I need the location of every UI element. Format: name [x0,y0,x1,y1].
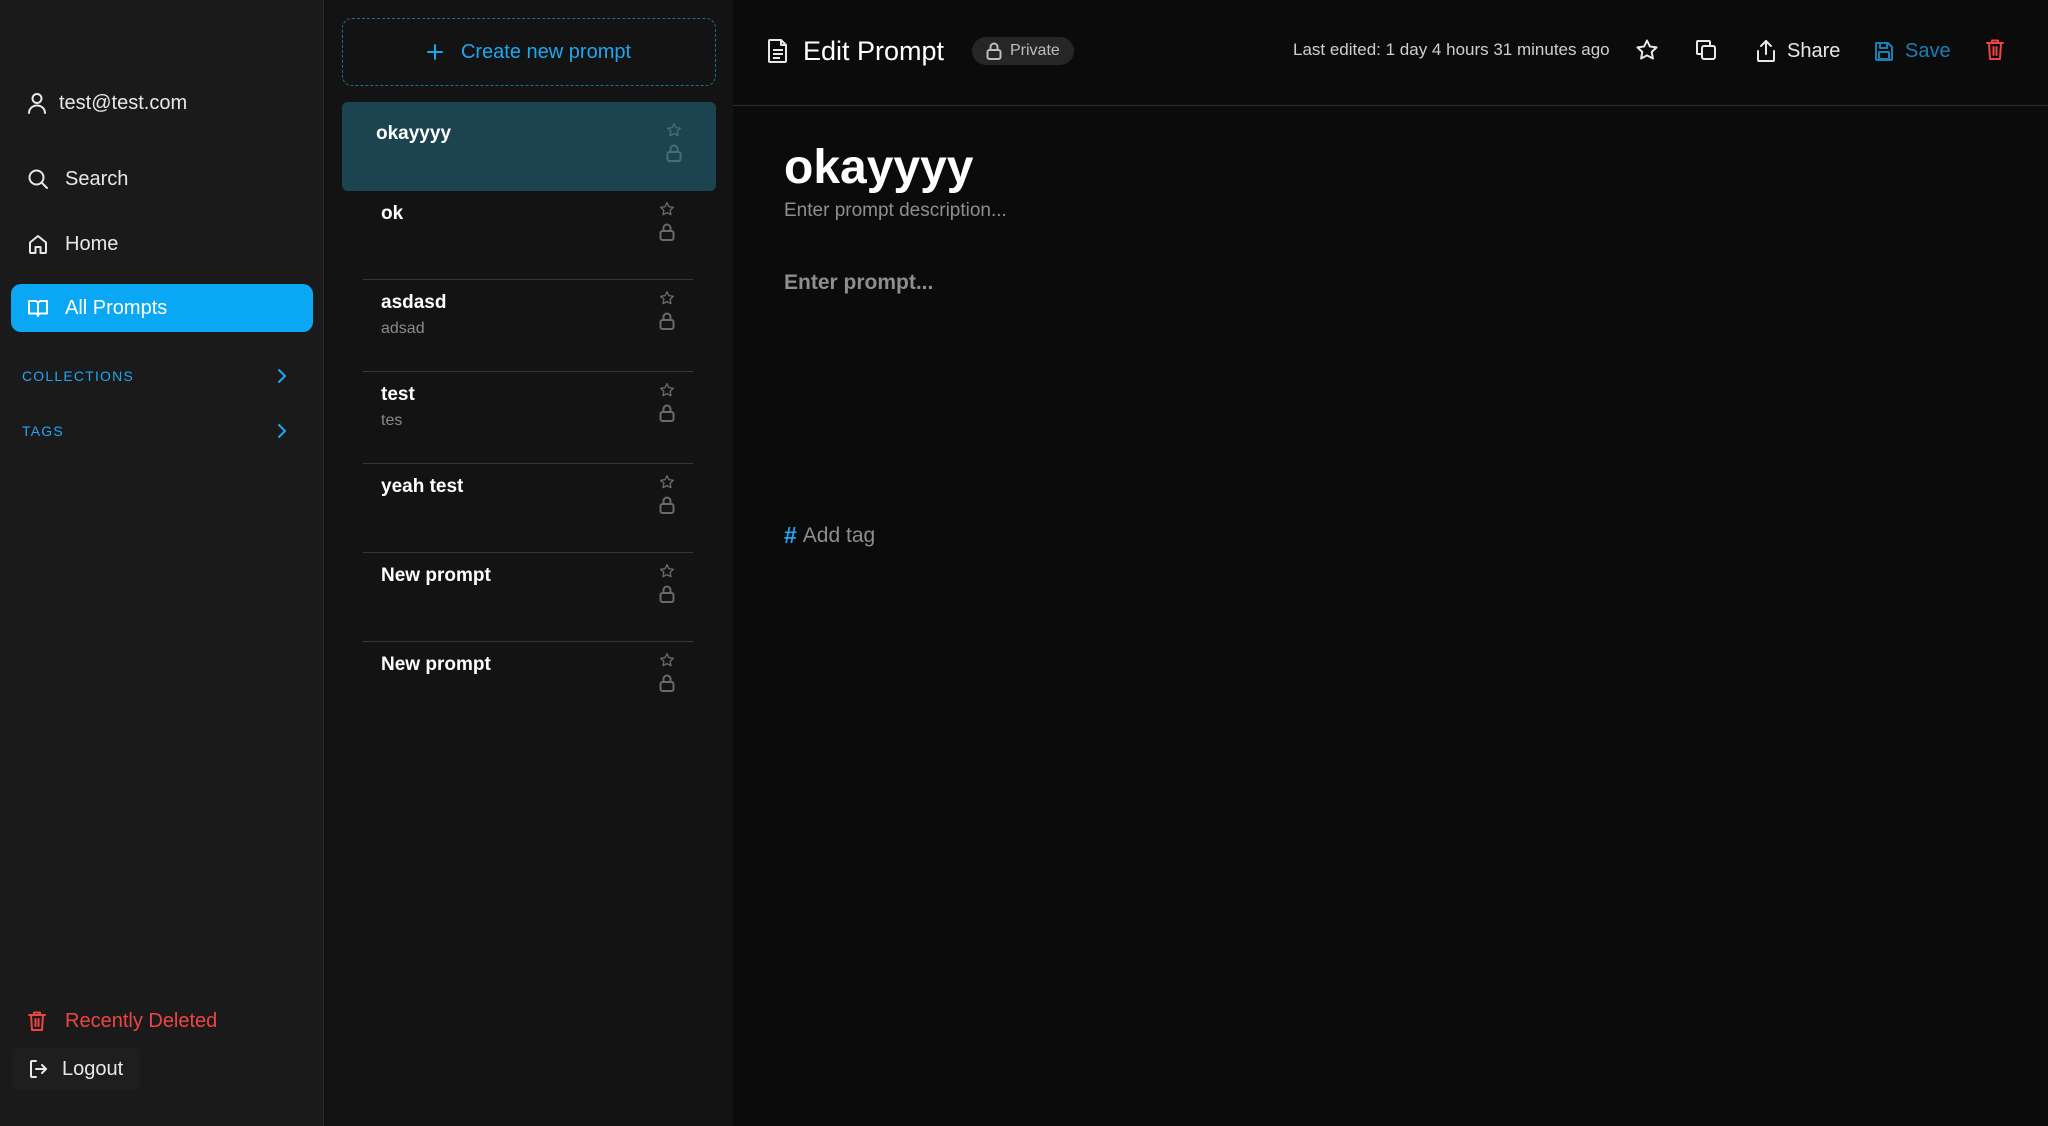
hashtag-icon: # [784,522,797,548]
home-icon [27,233,49,255]
chevron-right-icon [276,423,288,439]
sidebar-item-home[interactable]: Home [11,220,313,268]
sidebar-item-label: Search [65,167,129,190]
prompt-list-panel: Create new prompt okayyyy ok asdasd adsa… [325,0,733,1126]
lock-icon [659,312,675,330]
page-title: Edit Prompt [767,34,944,68]
prompt-list-item[interactable]: yeah test [363,464,693,553]
create-prompt-label: Create new prompt [460,40,632,63]
user-icon [27,92,47,114]
prompt-item-description: adsad [381,320,425,337]
lock-icon [666,144,682,162]
lock-icon [659,585,675,603]
prompt-item-title: New prompt [381,565,491,586]
sidebar-item-label: All Prompts [65,296,168,319]
sidebar: test@test.com Search Home All Prompts CO… [0,0,324,1126]
prompt-item-title: New prompt [381,654,491,675]
logout-icon [28,1058,50,1080]
prompt-item-description: tes [381,412,403,429]
search-icon [27,168,49,190]
lock-icon [986,42,1002,60]
plus-icon [426,44,443,60]
star-icon[interactable] [659,290,675,306]
lock-icon [659,674,675,692]
prompt-item-title: asdasd [381,292,447,313]
book-open-icon [27,297,49,319]
user-email: test@test.com [59,91,188,114]
delete-trash-icon[interactable] [1985,38,2005,62]
trash-icon [27,1010,47,1032]
recently-deleted-label: Recently Deleted [65,1009,218,1032]
prompt-list-item[interactable]: New prompt [363,642,693,731]
prompt-list-item[interactable]: test tes [363,372,693,464]
save-icon [1873,40,1895,62]
tags-section[interactable]: TAGS [22,419,288,443]
add-tag-label: Add tag [802,523,876,547]
star-icon[interactable] [659,652,675,668]
prompt-item-title: yeah test [381,476,464,497]
prompt-body-input[interactable]: Enter prompt... [784,271,933,295]
star-icon[interactable] [659,563,675,579]
collections-section[interactable]: COLLECTIONS [22,364,288,388]
star-icon[interactable] [659,474,675,490]
user-account[interactable]: test@test.com [27,88,187,118]
prompt-list-item[interactable]: ok [363,191,693,280]
lock-icon [659,223,675,241]
prompt-description-input[interactable]: Enter prompt description... [784,200,1007,222]
recently-deleted-link[interactable]: Recently Deleted [27,1005,217,1037]
sidebar-item-search[interactable]: Search [11,155,313,203]
prompt-list-item[interactable]: okayyyy [342,102,716,191]
chevron-right-icon [276,368,288,384]
document-icon [767,38,789,64]
collections-label: COLLECTIONS [22,368,134,384]
prompt-editor: Edit Prompt Private Last edited: 1 day 4… [733,0,2048,1126]
save-label: Save [1905,39,1951,62]
editor-header: Edit Prompt Private Last edited: 1 day 4… [733,0,2048,106]
share-label: Share [1787,39,1841,62]
add-tag-button[interactable]: # Add tag [784,522,875,549]
star-icon[interactable] [659,382,675,398]
last-edited-text: Last edited: 1 day 4 hours 31 minutes ag… [1293,40,1610,59]
lock-icon [659,496,675,514]
share-icon [1755,39,1777,63]
sidebar-item-label: Home [65,232,119,255]
copy-icon[interactable] [1694,38,1718,62]
prompt-item-title: test [381,384,415,405]
prompt-item-title: okayyyy [376,123,452,144]
save-button[interactable]: Save [1873,36,1951,66]
prompt-item-title: ok [381,203,404,224]
tags-label: TAGS [22,423,64,439]
prompt-list-item[interactable]: asdasd adsad [363,280,693,372]
lock-icon [659,404,675,422]
star-icon[interactable] [666,122,682,138]
prompt-list-item[interactable]: New prompt [363,553,693,642]
page-title-text: Edit Prompt [803,35,945,66]
visibility-label: Private [1010,42,1060,59]
visibility-badge[interactable]: Private [972,37,1074,65]
create-prompt-button[interactable]: Create new prompt [342,18,716,86]
sidebar-item-all-prompts[interactable]: All Prompts [11,284,313,332]
star-icon[interactable] [659,201,675,217]
share-button[interactable]: Share [1755,36,1840,66]
logout-label: Logout [62,1057,124,1080]
logout-button[interactable]: Logout [12,1048,140,1090]
prompt-title-input[interactable]: okayyyy [784,140,974,195]
favorite-star-icon[interactable] [1635,38,1659,62]
